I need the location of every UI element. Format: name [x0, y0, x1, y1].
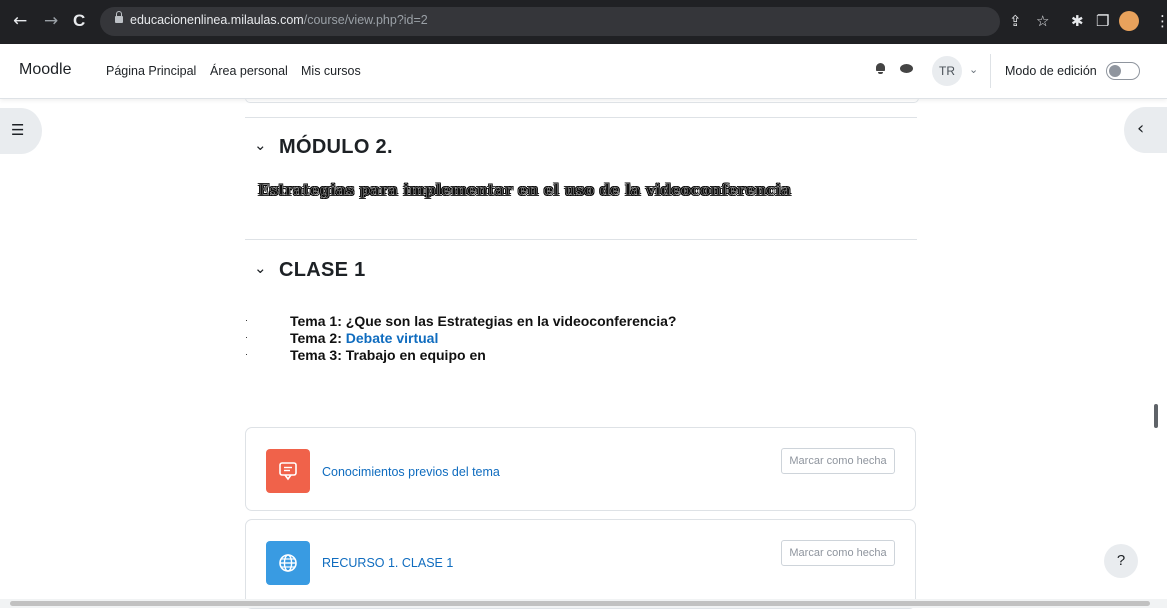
url-text[interactable]: educacionenlinea.milaulas.com/course/vie… — [130, 13, 428, 27]
activity-link[interactable]: Conocimientos previos del tema — [322, 465, 500, 479]
forum-icon[interactable] — [266, 449, 310, 493]
nav-my-courses-link[interactable]: Mis cursos — [301, 64, 361, 78]
vertical-scrollbar-thumb[interactable] — [1154, 404, 1158, 428]
section-title-clase[interactable]: CLASE 1 — [279, 259, 366, 282]
activity-card: RECURSO 1. CLASE 1 Marcar como hecha — [245, 519, 916, 609]
url-globe-icon[interactable] — [266, 541, 310, 585]
mark-as-done-button[interactable]: Marcar como hecha — [781, 448, 895, 474]
previous-activity-card-edge — [245, 98, 919, 103]
reload-icon[interactable]: C — [73, 11, 85, 31]
extensions-icon[interactable]: ✱ — [1071, 10, 1084, 32]
bullet: · — [245, 332, 248, 342]
bullet: · — [245, 315, 248, 325]
bullet: · — [245, 349, 248, 359]
user-avatar[interactable]: TR — [932, 56, 962, 86]
topic-link[interactable]: Debate virtual — [346, 330, 439, 346]
topic-text: Tema 1: ¿Que son las Estrategias en la v… — [290, 313, 677, 329]
list-icon: ☰ — [11, 121, 25, 139]
activity-card: Conocimientos previos del tema Marcar co… — [245, 427, 916, 511]
chevron-left-icon: ‹ — [1137, 118, 1145, 139]
section-collapse-chevron-icon[interactable]: ⌄ — [254, 136, 267, 154]
address-bar[interactable]: educacionenlinea.milaulas.com/course/vie… — [100, 7, 1000, 36]
toggle-knob — [1109, 65, 1121, 77]
topic-prefix: Tema 2: — [290, 330, 346, 346]
chevron-down-icon[interactable]: ⌄ — [969, 63, 978, 76]
topic-text: Tema 2: Debate virtual — [290, 330, 438, 346]
section-divider — [245, 239, 917, 240]
share-icon[interactable]: ⇪ — [1009, 10, 1022, 32]
nav-home-link[interactable]: Página Principal — [106, 64, 196, 78]
mark-as-done-button[interactable]: Marcar como hecha — [781, 540, 895, 566]
moodle-navbar: Moodle Página Principal Área personal Mi… — [0, 44, 1167, 99]
section-divider — [245, 117, 917, 118]
lock-icon[interactable] — [115, 11, 123, 23]
url-domain: educacionenlinea.milaulas.com — [130, 13, 304, 27]
topic-text: Tema 3: Trabajo en equipo en — [290, 347, 486, 363]
profile-avatar-icon[interactable] — [1119, 11, 1139, 31]
activity-link[interactable]: RECURSO 1. CLASE 1 — [322, 556, 453, 570]
course-index-drawer-button[interactable]: ☰ — [0, 108, 42, 154]
section-summary-heading: Estrategias para implementar en el uso d… — [258, 181, 792, 199]
notifications-bell-icon[interactable] — [875, 63, 886, 74]
forward-icon[interactable]: → — [44, 11, 58, 31]
section-title-modulo[interactable]: MÓDULO 2. — [279, 136, 393, 159]
edit-mode-toggle[interactable] — [1106, 62, 1140, 80]
browser-toolbar: ← → C educacionenlinea.milaulas.com/cour… — [0, 0, 1167, 44]
block-drawer-button[interactable]: ‹ — [1124, 107, 1167, 153]
browser-menu-icon[interactable]: ⋮ — [1155, 10, 1167, 32]
side-panel-icon[interactable]: ❐ — [1096, 10, 1109, 32]
nav-dashboard-link[interactable]: Área personal — [210, 64, 288, 78]
help-button[interactable]: ? — [1104, 544, 1138, 578]
messages-chat-icon[interactable] — [900, 64, 913, 73]
divider — [990, 54, 991, 88]
section-collapse-chevron-icon[interactable]: ⌄ — [254, 259, 267, 277]
site-brand[interactable]: Moodle — [19, 61, 71, 79]
edit-mode-label: Modo de edición — [1005, 64, 1097, 78]
horizontal-scrollbar[interactable] — [0, 599, 1167, 608]
scrollbar-thumb[interactable] — [10, 601, 1150, 606]
back-icon[interactable]: ← — [13, 11, 27, 31]
url-path: /course/view.php?id=2 — [303, 13, 428, 27]
bookmark-star-icon[interactable]: ☆ — [1036, 10, 1049, 32]
